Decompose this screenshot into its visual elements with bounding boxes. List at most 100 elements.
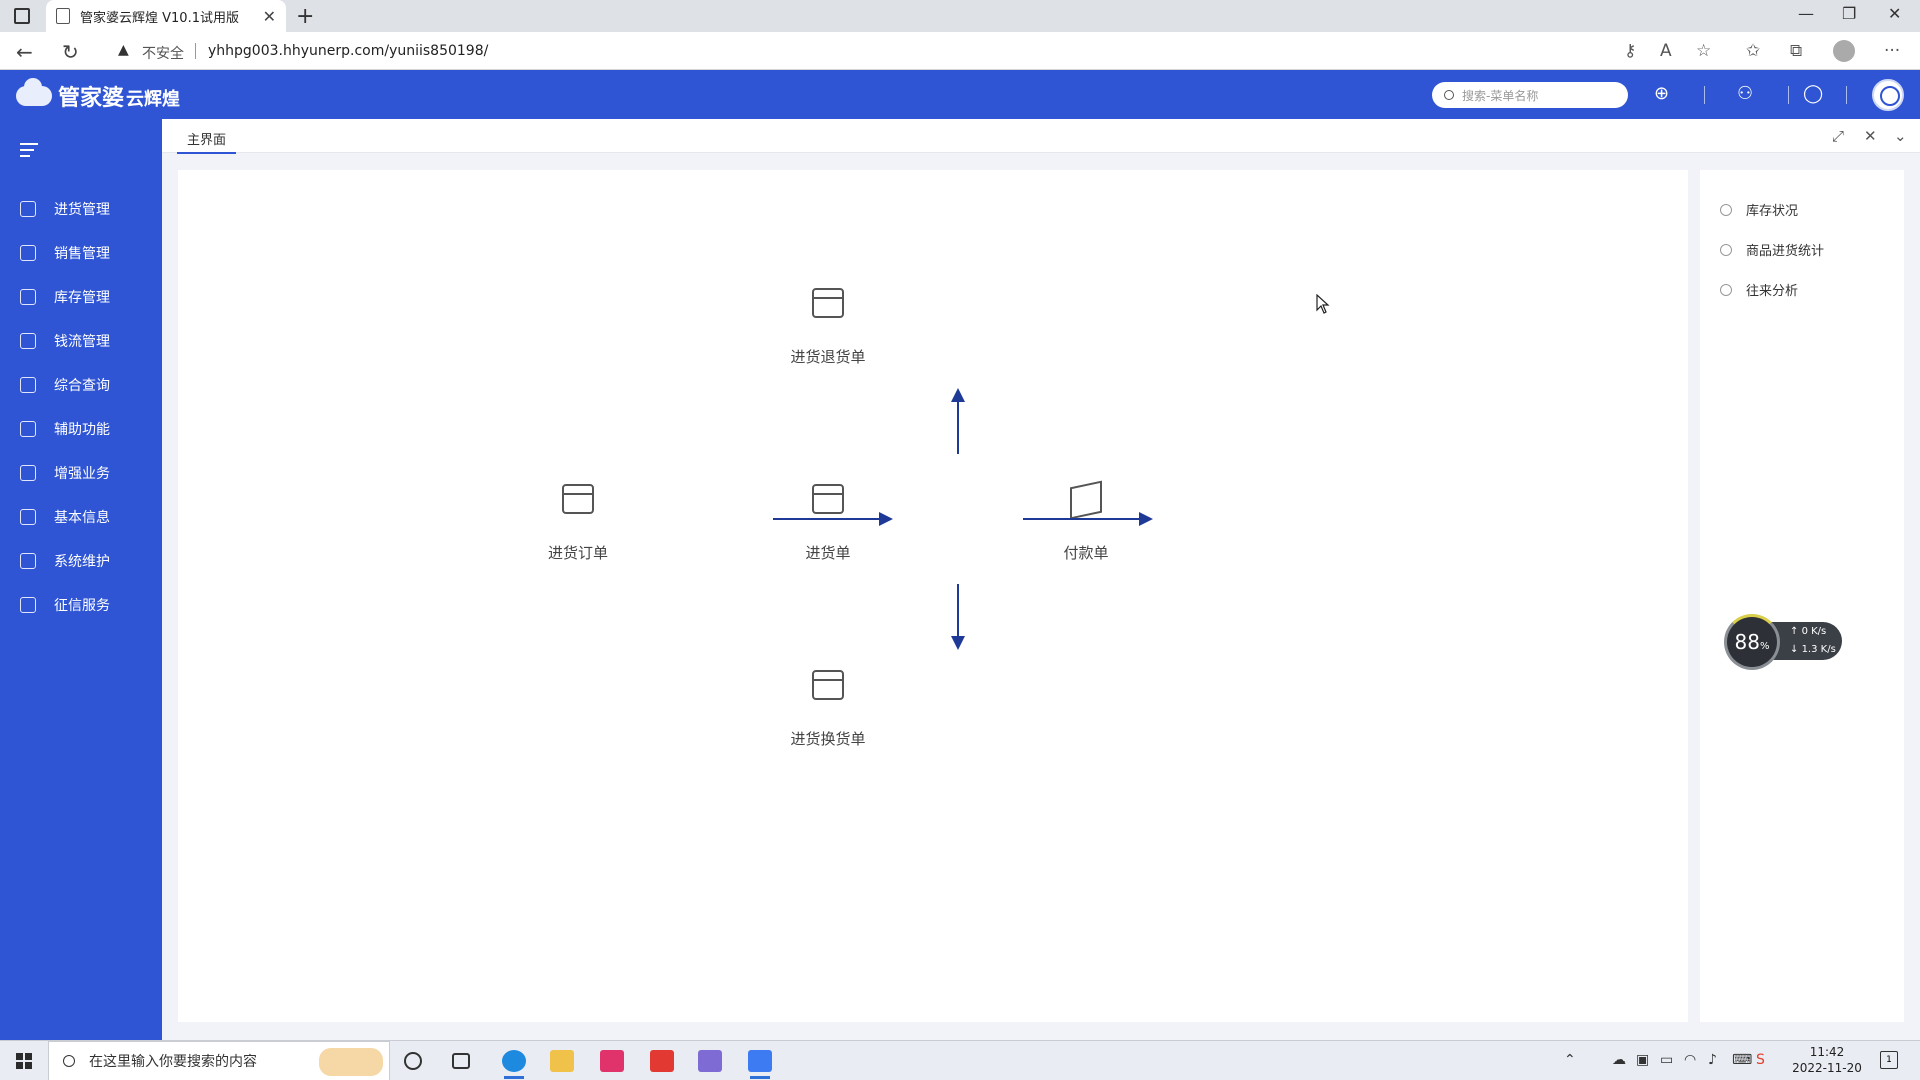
quick-links-panel: 库存状况 商品进货统计 往来分析 (1700, 170, 1904, 1022)
sidebar-item-cashflow[interactable]: 钱流管理 (0, 319, 162, 363)
document-info-icon (20, 509, 36, 525)
task-view-icon[interactable] (452, 1053, 470, 1069)
flow-node-purchase-order[interactable]: 进货订单 (518, 484, 638, 563)
quick-link-account-analysis[interactable]: 往来分析 (1720, 280, 1798, 299)
more-options-icon[interactable]: ··· (1884, 41, 1900, 61)
quick-link-purchase-stats[interactable]: 商品进货统计 (1720, 240, 1824, 259)
payment-icon (1070, 480, 1102, 520)
arrow-purchase-to-return (951, 388, 965, 454)
download-speed: ↓ 1.3 K/s (1790, 644, 1836, 655)
notification-center-icon[interactable]: 1 (1880, 1051, 1898, 1069)
arrow-circle-icon (1720, 283, 1732, 296)
address-divider (195, 43, 196, 59)
app-icon[interactable] (600, 1050, 624, 1072)
exchange-box-icon (812, 670, 844, 700)
user-avatar[interactable] (1872, 79, 1904, 111)
close-tabs-icon[interactable]: ✕ (1864, 127, 1877, 145)
menu-toggle-icon[interactable] (20, 143, 38, 161)
sidebar-item-credit[interactable]: 征信服务 (0, 583, 162, 627)
sidebar-item-enhanced[interactable]: 增强业务 (0, 451, 162, 495)
mouse-cursor-icon (1316, 293, 1330, 318)
wps-icon[interactable] (650, 1050, 674, 1072)
globe-icon[interactable]: ⊕ (1654, 83, 1669, 104)
menu-search-input[interactable]: 搜索-菜单名称 (1432, 82, 1628, 108)
sidebar-item-label: 销售管理 (54, 246, 110, 262)
windows-start-icon[interactable] (16, 1053, 32, 1069)
search-icon (63, 1055, 75, 1067)
sidebar-item-auxiliary[interactable]: 辅助功能 (0, 407, 162, 451)
new-tab-icon[interactable]: + (296, 4, 314, 29)
flow-node-purchase[interactable]: 进货单 (768, 484, 888, 563)
taskbar-search-input[interactable]: 在这里输入你要搜索的内容 (48, 1041, 390, 1080)
sidebar-item-system[interactable]: 系统维护 (0, 539, 162, 583)
edge-browser-icon[interactable] (502, 1050, 526, 1079)
flow-node-payment[interactable]: 付款单 (1026, 480, 1146, 563)
logo-sub-text: 云辉煌 (126, 89, 181, 110)
volume-icon[interactable]: ♪ (1708, 1052, 1717, 1068)
minimize-icon[interactable]: — (1798, 4, 1814, 23)
query-search-icon (20, 377, 36, 393)
restore-icon[interactable]: ❐ (1842, 4, 1856, 23)
network-speed-widget[interactable]: 88% ↑ 0 K/s ↓ 1.3 K/s (1724, 614, 1842, 670)
close-window-icon[interactable]: ✕ (1888, 4, 1901, 23)
arrow-purchase-to-payment (1023, 512, 1153, 526)
input-method-icon[interactable]: ⌨ (1732, 1052, 1752, 1068)
image-editor-icon[interactable] (698, 1050, 722, 1072)
flow-label: 付款单 (1063, 544, 1109, 562)
sidebar-item-basic-info[interactable]: 基本信息 (0, 495, 162, 539)
cortana-icon[interactable] (404, 1052, 422, 1070)
sidebar-item-query[interactable]: 综合查询 (0, 363, 162, 407)
sidebar-item-inventory[interactable]: 库存管理 (0, 275, 162, 319)
tray-app-icon[interactable]: ▣ (1636, 1052, 1649, 1068)
taskbar-search-placeholder: 在这里输入你要搜索的内容 (89, 1054, 257, 1070)
wifi-icon[interactable]: ◠ (1684, 1052, 1696, 1068)
antivirus-icon[interactable]: S (1756, 1052, 1765, 1068)
favorites-icon[interactable]: ✩ (1746, 41, 1760, 61)
security-label[interactable]: 不安全 (142, 43, 184, 63)
flow-node-purchase-exchange[interactable]: 进货换货单 (768, 670, 888, 749)
sidebar-item-label: 增强业务 (54, 466, 110, 482)
flow-label: 进货退货单 (790, 348, 866, 366)
refresh-icon[interactable]: ↻ (62, 40, 79, 64)
browser-tab[interactable]: 管家婆云辉煌 V10.1试用版 ✕ (46, 0, 286, 32)
tab-actions-icon[interactable] (14, 8, 30, 24)
tab-main[interactable]: 主界面 (177, 129, 237, 154)
profile-avatar[interactable] (1833, 40, 1855, 62)
help-icon[interactable]: ◯ (1803, 83, 1823, 104)
sidebar-item-purchase[interactable]: 进货管理 (0, 187, 162, 231)
close-tab-icon[interactable]: ✕ (263, 7, 276, 26)
url-field[interactable]: yhhpg003.hhyunerp.com/yuniis850198/ (208, 43, 488, 59)
search-highlight-image (319, 1048, 383, 1076)
file-explorer-icon[interactable] (550, 1050, 574, 1072)
add-favorite-icon[interactable]: ☆ (1696, 41, 1711, 61)
key-icon[interactable]: ⚷ (1624, 41, 1636, 61)
warning-icon[interactable]: ▲ (118, 42, 129, 58)
note-app-icon[interactable] (748, 1050, 772, 1079)
onedrive-icon[interactable]: ☁ (1612, 1052, 1626, 1068)
sidebar-item-label: 征信服务 (54, 598, 110, 614)
sidebar-item-sales[interactable]: 销售管理 (0, 231, 162, 275)
system-clock[interactable]: 11:42 2022-11-20 (1792, 1044, 1862, 1076)
return-box-icon (812, 288, 844, 318)
memory-usage-ring: 88% (1724, 614, 1780, 670)
clock-date: 2022-11-20 (1792, 1061, 1862, 1075)
user-settings-icon[interactable]: ⚇ (1737, 83, 1753, 104)
quick-link-inventory-status[interactable]: 库存状况 (1720, 200, 1798, 219)
sidebar-item-label: 基本信息 (54, 510, 110, 526)
sidebar: 进货管理 销售管理 库存管理 钱流管理 综合查询 辅助功能 增强业务 基本信息 … (0, 119, 162, 1040)
app-header: 管家婆 云辉煌 搜索-菜单名称 ⊕ ⚇ ◯ (0, 70, 1920, 119)
read-aloud-icon[interactable]: A (1660, 41, 1672, 61)
collections-icon[interactable]: ⧉ (1790, 41, 1802, 61)
chevron-down-icon[interactable]: ⌄ (1894, 127, 1907, 145)
main-flow-panel: 进货退货单 进货订单 进货单 付款单 进货换货单 (178, 170, 1688, 1022)
sidebar-item-label: 综合查询 (54, 378, 110, 394)
flow-node-purchase-return[interactable]: 进货退货单 (768, 288, 888, 367)
flow-label: 进货单 (805, 544, 851, 562)
fullscreen-icon[interactable]: ⤢ (1832, 127, 1844, 145)
sidebar-item-label: 辅助功能 (54, 422, 110, 438)
back-arrow-icon[interactable]: ← (16, 40, 33, 64)
battery-icon[interactable]: ▭ (1660, 1052, 1673, 1068)
credit-service-icon (20, 597, 36, 613)
upload-speed: ↑ 0 K/s (1790, 626, 1827, 637)
tray-expand-icon[interactable]: ⌃ (1564, 1052, 1576, 1068)
